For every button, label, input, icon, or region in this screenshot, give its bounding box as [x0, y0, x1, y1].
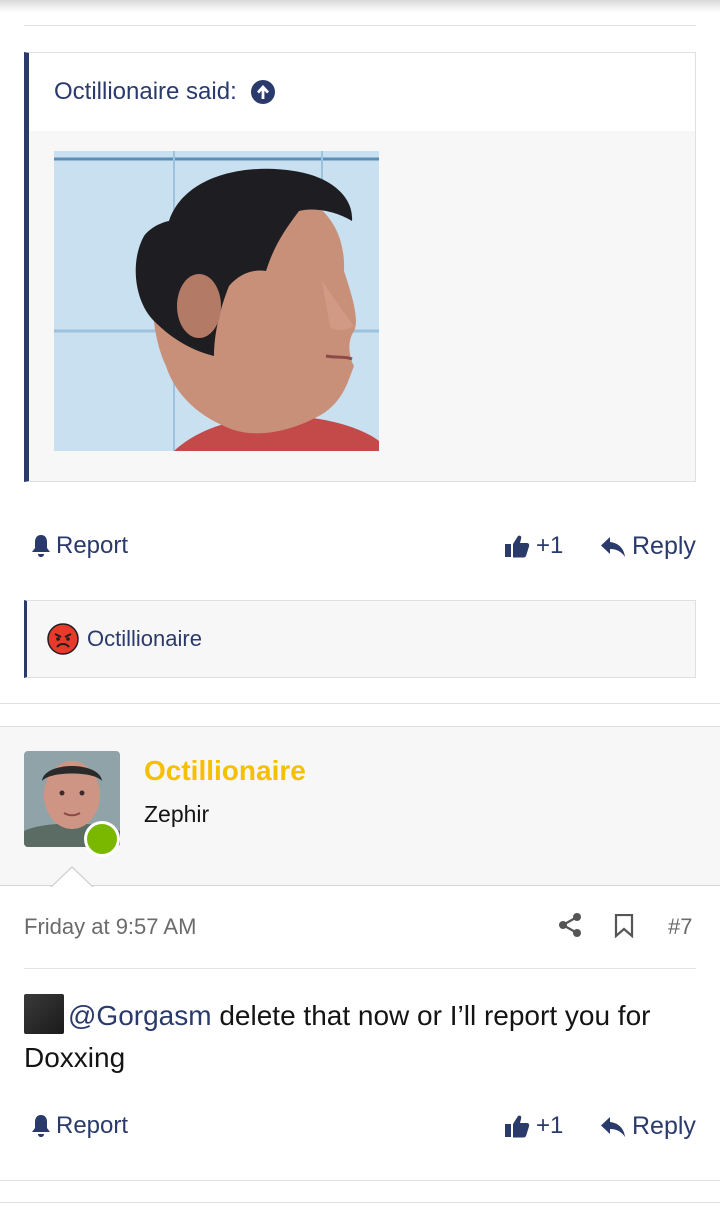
- divider: [0, 703, 720, 704]
- reaction-user[interactable]: Octillionaire: [87, 626, 202, 652]
- divider: [24, 968, 696, 969]
- like-button[interactable]: +1: [504, 1112, 563, 1140]
- divider: [0, 1180, 720, 1181]
- report-label: Report: [56, 1112, 129, 1139]
- post-body: @Gorgasm delete that now or I’ll report …: [24, 994, 704, 1079]
- post-date[interactable]: Friday at 9:57 AM: [24, 914, 196, 940]
- thumbs-up-icon: [505, 535, 530, 558]
- reply-button[interactable]: Reply: [600, 1112, 696, 1141]
- quote-author[interactable]: Octillionaire said:: [54, 78, 237, 106]
- user-title: Zephir: [144, 801, 210, 827]
- post-number[interactable]: #7: [668, 914, 692, 940]
- reaction-bar[interactable]: Octillionaire: [24, 600, 696, 678]
- like-button[interactable]: +1: [504, 532, 563, 560]
- reply-button[interactable]: Reply: [600, 532, 696, 561]
- like-count: +1: [536, 532, 564, 559]
- post-actions: Report +1 Reply: [24, 528, 696, 568]
- mention-link[interactable]: @Gorgasm: [68, 1000, 212, 1031]
- divider: [24, 25, 696, 26]
- online-status-indicator: [84, 821, 120, 857]
- jump-to-post-icon[interactable]: [250, 80, 275, 104]
- report-link[interactable]: Report: [30, 1112, 128, 1140]
- header-pointer-fill: [52, 868, 92, 887]
- bell-icon: [32, 1115, 50, 1137]
- top-shadow: [0, 0, 720, 12]
- post-user-header: Octillionaire Zephir: [0, 726, 720, 886]
- report-link[interactable]: Report: [30, 532, 128, 560]
- bell-icon: [32, 535, 50, 557]
- share-icon[interactable]: [558, 912, 582, 943]
- report-label: Report: [56, 532, 129, 559]
- mention-avatar[interactable]: [24, 994, 64, 1034]
- bookmark-icon[interactable]: [614, 913, 634, 943]
- post-username[interactable]: Octillionaire: [144, 755, 306, 787]
- angry-face-icon: [47, 623, 79, 655]
- divider: [0, 1202, 720, 1203]
- quote-header: Octillionaire said:: [29, 53, 695, 131]
- post-meta: Friday at 9:57 AM #7: [24, 910, 696, 946]
- like-count: +1: [536, 1112, 564, 1139]
- quoted-image[interactable]: [54, 151, 379, 451]
- reply-icon: [601, 1116, 625, 1137]
- quote-block: Octillionaire said:: [24, 52, 696, 482]
- reply-label: Reply: [632, 1112, 696, 1140]
- post-actions: Report +1 Reply: [24, 1108, 696, 1148]
- reply-label: Reply: [632, 532, 696, 560]
- thumbs-up-icon: [505, 1115, 530, 1138]
- reply-icon: [601, 536, 625, 557]
